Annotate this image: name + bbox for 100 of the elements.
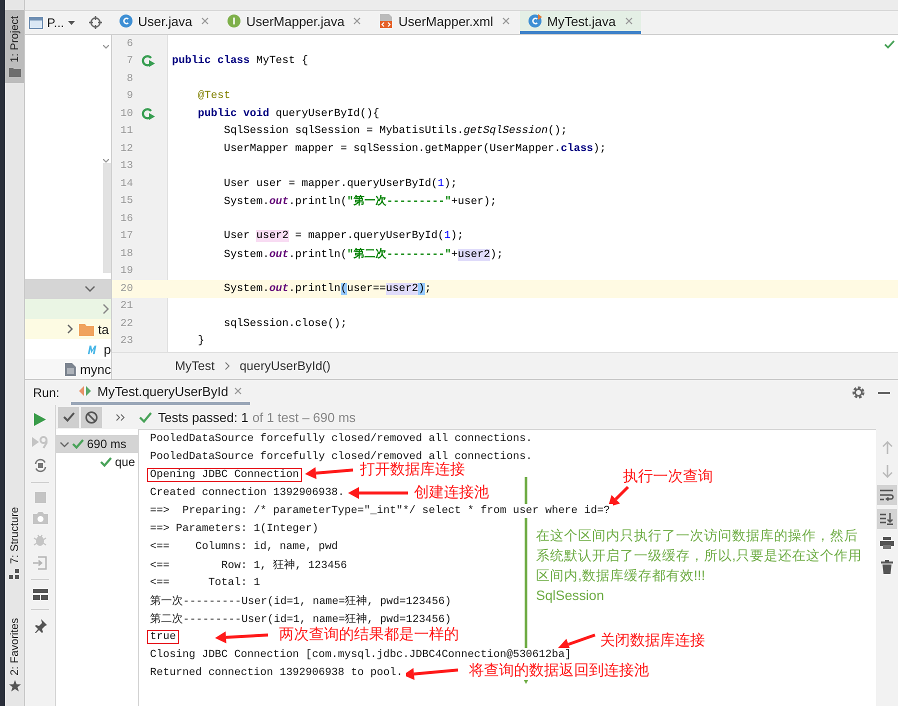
camera-icon[interactable] [32, 512, 48, 524]
line-number: 12 [119, 142, 133, 155]
show-ignored-button[interactable] [81, 406, 102, 428]
tool-window-button[interactable]: 2: Favorites [5, 612, 24, 698]
project-view-selector[interactable]: P... [47, 16, 64, 30]
editor-tab[interactable]: UserMapper.java [219, 11, 370, 34]
chevron-icon[interactable] [85, 286, 95, 292]
check-icon [139, 412, 152, 422]
annotation-note: 执行一次查询 [623, 468, 713, 486]
tests-passed-text: Tests passed: 1 [158, 410, 248, 424]
annotation-note: 两次查询的结果都是一样的 [279, 626, 459, 644]
run-test-icon[interactable] [141, 54, 156, 68]
code-line: } [196, 335, 204, 348]
line-number: 19 [119, 265, 133, 278]
chevron-icon[interactable] [103, 304, 109, 314]
panel-icon [29, 16, 43, 28]
chevron-icon[interactable] [65, 324, 75, 334]
pin-icon[interactable] [33, 619, 47, 633]
run-tab[interactable]: MyTest.queryUserById [71, 380, 250, 405]
chevron-icon[interactable] [103, 159, 109, 164]
ban-icon [85, 410, 98, 424]
test-tree-item[interactable]: 690 ms [56, 435, 138, 453]
settings-icon[interactable] [851, 385, 866, 400]
line-number: 20 [119, 282, 133, 295]
code-line: User user2 = mapper.queryUserById(1); [222, 230, 464, 242]
close-icon[interactable] [234, 387, 242, 395]
class-icon [119, 14, 133, 28]
interface-icon [227, 14, 242, 28]
annotation-note: 创建连接池 [414, 484, 489, 502]
line-number: 9 [126, 90, 133, 102]
locate-icon[interactable] [89, 16, 102, 29]
chevron-icon [224, 362, 230, 370]
line-number: 13 [119, 160, 133, 172]
editor-tab[interactable]: User.java [111, 11, 218, 34]
line-number: 17 [119, 230, 133, 242]
code-line: System.out.println("第二次---------"+user2); [222, 246, 504, 261]
line-number: 18 [119, 248, 133, 260]
close-icon[interactable] [353, 17, 362, 25]
run-icon[interactable] [34, 413, 46, 426]
tool-window-button[interactable]: 7: Structure [5, 500, 24, 586]
code-line: SqlSession sqlSession = MybatisUtils.getSqlSession(); [222, 125, 568, 138]
code-line: UserMapper mapper = sqlSession.getMapper(UserMapper.class); [222, 142, 606, 155]
file-icon [65, 362, 76, 376]
code-line: User user = mapper.queryUserById(1); [222, 178, 458, 190]
project-tree-item[interactable]: p [25, 339, 111, 359]
check-icon [100, 457, 112, 467]
editor-tab[interactable]: UserMapper.xml [371, 11, 518, 34]
tests-summary-text: of 1 test – 690 ms [252, 410, 356, 424]
close-icon[interactable] [502, 17, 510, 25]
soft-wrap-icon[interactable] [877, 485, 897, 505]
annotation-note: 区间内,数据库缓存都有效!!! [536, 567, 706, 585]
annotation-note: 将查询的数据返回到连接池 [469, 662, 649, 680]
chevron-icon[interactable] [103, 45, 109, 50]
scroll-to-end-icon[interactable] [877, 509, 897, 529]
close-icon[interactable] [624, 17, 633, 25]
annotation-note: 系统默认开启了一级缓存，所以,只要是还在这个作用 [536, 547, 862, 565]
folder-icon [8, 67, 20, 78]
check-icon [72, 439, 84, 449]
line-number: 6 [126, 38, 133, 50]
tool-window-button[interactable]: 1: Project [5, 10, 24, 84]
line-number: 21 [119, 300, 133, 312]
line-number: 15 [119, 195, 133, 208]
line-number: 16 [119, 212, 133, 225]
editor-tab[interactable]: MyTest.java [520, 11, 641, 34]
line-number: 11 [119, 125, 133, 138]
scrollbar-thumb[interactable] [103, 163, 111, 273]
structure-icon [9, 568, 20, 580]
run-config-icon [79, 385, 92, 397]
code-line: public void queryUserById(){ [196, 108, 380, 120]
bug-icon[interactable] [33, 533, 47, 547]
more-icon[interactable] [116, 414, 125, 420]
line-number: 8 [126, 72, 133, 85]
line-number: 14 [119, 178, 133, 190]
check-icon [884, 40, 895, 49]
line-number: 23 [119, 335, 133, 348]
minimize-icon[interactable] [878, 392, 890, 394]
stop-icon[interactable] [34, 492, 46, 503]
rerun-failed-icon[interactable] [32, 435, 48, 449]
line-number: 22 [119, 318, 133, 330]
test-tree-item[interactable]: que [56, 453, 138, 471]
breadcrumb-item[interactable]: queryUserById() [240, 359, 331, 374]
line-number: 7 [126, 55, 133, 68]
line-number: 10 [119, 108, 133, 120]
exit-icon[interactable] [33, 556, 47, 570]
code-line: @Test [196, 90, 230, 102]
show-passed-button[interactable] [58, 406, 79, 428]
code-line: sqlSession.close(); [222, 318, 347, 330]
layout-icon[interactable] [32, 589, 48, 600]
breadcrumb-item[interactable]: MyTest [175, 359, 215, 374]
run-test-icon[interactable] [141, 106, 156, 121]
project-tree-item[interactable]: mync [25, 359, 111, 379]
code-line: System.out.println("第一次---------"+user); [222, 194, 497, 208]
chevron-icon[interactable] [60, 440, 69, 448]
folder-icon [79, 322, 94, 336]
close-icon[interactable] [201, 17, 210, 25]
annotation-note: 在这个区间内只执行了一次访问数据库的操作，然后 [536, 527, 859, 545]
toggle-auto-test-icon[interactable] [32, 458, 48, 473]
caret-icon [68, 20, 76, 24]
class-icon [528, 14, 542, 28]
project-tree-item[interactable]: ta [25, 319, 111, 339]
